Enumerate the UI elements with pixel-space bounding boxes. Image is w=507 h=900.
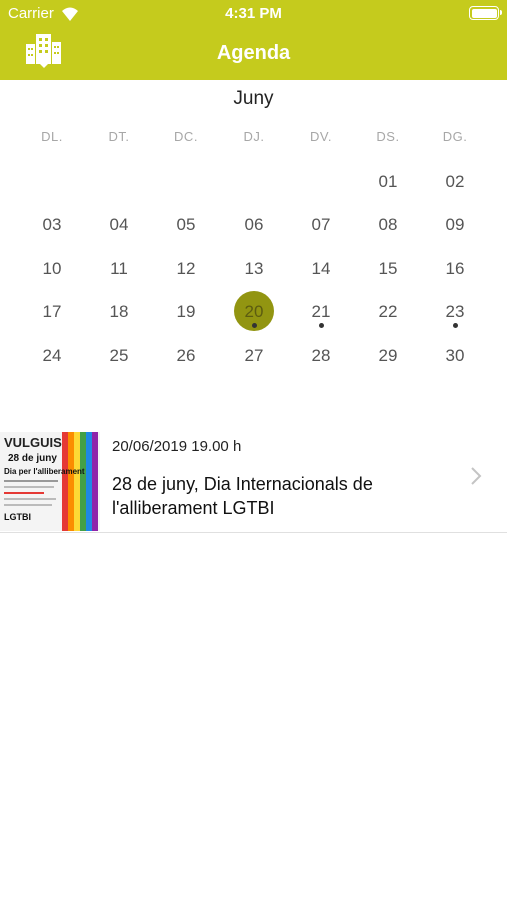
weekday-label: DV. xyxy=(310,129,332,144)
calendar-day[interactable]: 28 xyxy=(296,346,346,386)
calendar-day[interactable]: 01 xyxy=(363,172,413,212)
calendar-day-number: 06 xyxy=(244,215,264,234)
calendar-day-number: 05 xyxy=(176,215,196,234)
calendar-day[interactable]: 06 xyxy=(229,215,279,255)
event-title: 28 de juny, Dia Internacionals de l'alli… xyxy=(112,474,373,518)
calendar-day[interactable]: 12 xyxy=(161,259,211,299)
calendar-day-number: 16 xyxy=(445,259,465,278)
calendar-day-number: 13 xyxy=(244,259,264,278)
calendar-day-number: 11 xyxy=(110,259,128,278)
event-indicator-dot xyxy=(452,323,458,328)
calendar-day-number: 23 xyxy=(445,302,465,321)
calendar-day[interactable]: 08 xyxy=(363,215,413,255)
calendar-day[interactable]: 29 xyxy=(363,346,413,386)
weekday-label: DG. xyxy=(442,129,468,144)
calendar-day-number: 28 xyxy=(311,346,331,365)
calendar-day-number: 03 xyxy=(42,215,62,234)
calendar-day[interactable]: 18 xyxy=(94,302,144,342)
calendar-day[interactable]: 25 xyxy=(94,346,144,386)
weekday-label: DT. xyxy=(108,129,130,144)
calendar-day-number: 26 xyxy=(176,346,196,365)
calendar-day-number: 08 xyxy=(378,215,398,234)
calendar-day-number: 30 xyxy=(445,346,465,365)
calendar-day[interactable]: 10 xyxy=(27,259,77,299)
page-title: Agenda xyxy=(216,42,291,64)
battery-icon xyxy=(469,6,502,20)
event-indicator-dot xyxy=(318,323,324,328)
calendar-day[interactable]: 23 xyxy=(430,302,480,342)
calendar-day[interactable]: 15 xyxy=(363,259,413,299)
calendar-day-number: 01 xyxy=(378,172,398,191)
calendar-day-number: 04 xyxy=(109,215,129,234)
calendar-day-selected[interactable]: 20 xyxy=(229,291,279,342)
calendar-day-number: 27 xyxy=(244,346,264,365)
weekday-label: DL. xyxy=(41,129,63,144)
calendar-day-number: 09 xyxy=(445,215,465,234)
calendar-day[interactable]: 14 xyxy=(296,259,346,299)
status-time: 4:31 PM xyxy=(225,5,282,22)
calendar-day[interactable]: 21 xyxy=(296,302,346,342)
calendar-day[interactable]: 09 xyxy=(430,215,480,255)
weekday-label: DJ. xyxy=(243,129,265,144)
calendar-day-number: 25 xyxy=(109,346,129,365)
calendar-day-number: 15 xyxy=(378,259,398,278)
calendar-day-number: 10 xyxy=(42,259,62,278)
calendar-day-number: 14 xyxy=(311,259,331,278)
calendar-day-number: 24 xyxy=(42,346,62,365)
weekday-label: DC. xyxy=(174,129,198,144)
calendar-day[interactable]: 02 xyxy=(430,172,480,212)
calendar-day[interactable]: 03 xyxy=(27,215,77,255)
calendar-day[interactable]: 16 xyxy=(430,259,480,299)
calendar-day-number: 19 xyxy=(176,302,196,321)
calendar-day[interactable]: 11 xyxy=(94,259,144,299)
calendar-day[interactable]: 26 xyxy=(161,346,211,386)
event-indicator-dot xyxy=(251,323,257,328)
thumb-tag: LGTBI xyxy=(4,512,31,522)
thumb-heading: VULGUIS xyxy=(4,435,62,450)
weekday-label: DS. xyxy=(376,129,400,144)
event-list-item[interactable]: VULGUIS 28 de juny Dia per l'alliberamen… xyxy=(0,432,507,533)
calendar-day-number: 12 xyxy=(176,259,196,278)
calendar-day[interactable]: 19 xyxy=(161,302,211,342)
calendar-day-number: 21 xyxy=(311,302,331,321)
calendar-day[interactable]: 04 xyxy=(94,215,144,255)
calendar-day[interactable]: 24 xyxy=(27,346,77,386)
calendar-day-number: 29 xyxy=(378,346,398,365)
nav-bar: Carrier 4:31 PM Agenda xyxy=(0,0,507,80)
chevron-right-icon xyxy=(471,467,482,485)
calendar-day[interactable]: 07 xyxy=(296,215,346,255)
thumb-line: Dia per l'alliberament xyxy=(4,467,85,476)
event-date: 20/06/2019 19.00 h xyxy=(112,438,242,455)
calendar-day-number: 20 xyxy=(244,302,264,321)
calendar-day-number: 18 xyxy=(109,302,129,321)
event-thumbnail: VULGUIS 28 de juny Dia per l'alliberamen… xyxy=(0,432,100,531)
calendar-month-title: Juny xyxy=(233,88,274,109)
calendar-day-number: 02 xyxy=(445,172,465,191)
calendar-day[interactable]: 17 xyxy=(27,302,77,342)
calendar-day-number: 22 xyxy=(378,302,398,321)
status-bar: Carrier 4:31 PM xyxy=(0,0,507,28)
calendar-day[interactable]: 22 xyxy=(363,302,413,342)
calendar-day-number: 07 xyxy=(311,215,331,234)
calendar-day-number: 17 xyxy=(42,302,62,321)
calendar-day[interactable]: 27 xyxy=(229,346,279,386)
thumb-subtitle: 28 de juny xyxy=(8,453,57,464)
calendar-day[interactable]: 05 xyxy=(161,215,211,255)
calendar-day[interactable]: 30 xyxy=(430,346,480,386)
